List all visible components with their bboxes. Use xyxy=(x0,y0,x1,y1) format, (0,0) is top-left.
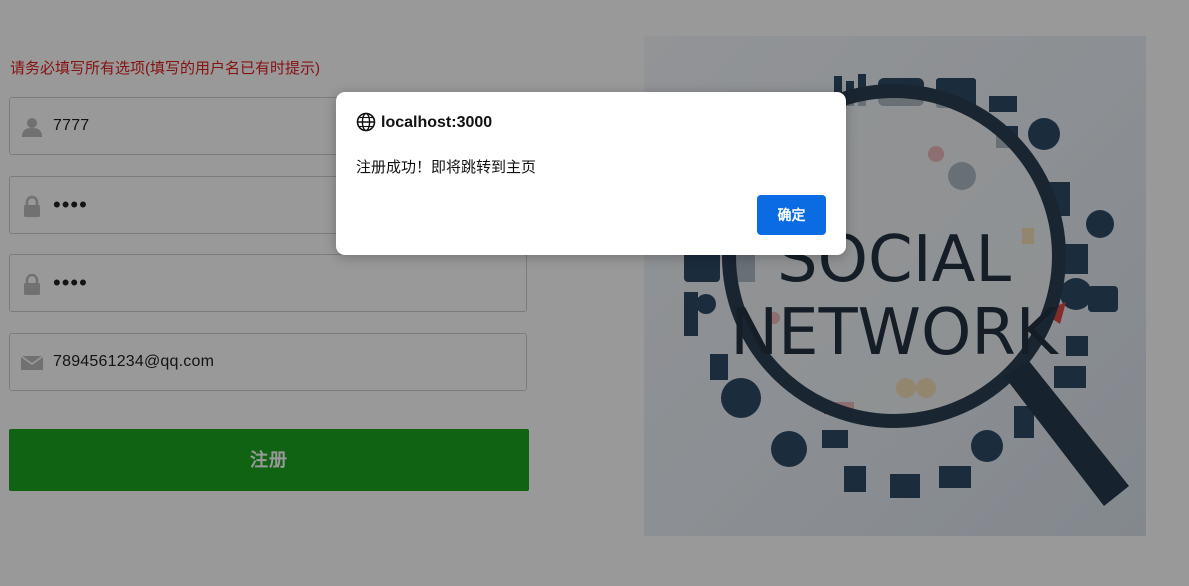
ok-button[interactable]: 确定 xyxy=(757,195,826,235)
dialog-origin: localhost:3000 xyxy=(381,114,493,131)
dialog-message: 注册成功！即将跳转到主页 xyxy=(356,159,537,176)
alert-dialog: localhost:3000 注册成功！即将跳转到主页 确定 xyxy=(336,92,846,255)
globe-icon xyxy=(356,112,376,132)
modal-backdrop xyxy=(0,0,1189,586)
registration-page: 请务必填写所有选项(填写的用户名已有时提示) 7777 •••• •••• 78… xyxy=(0,0,1189,586)
